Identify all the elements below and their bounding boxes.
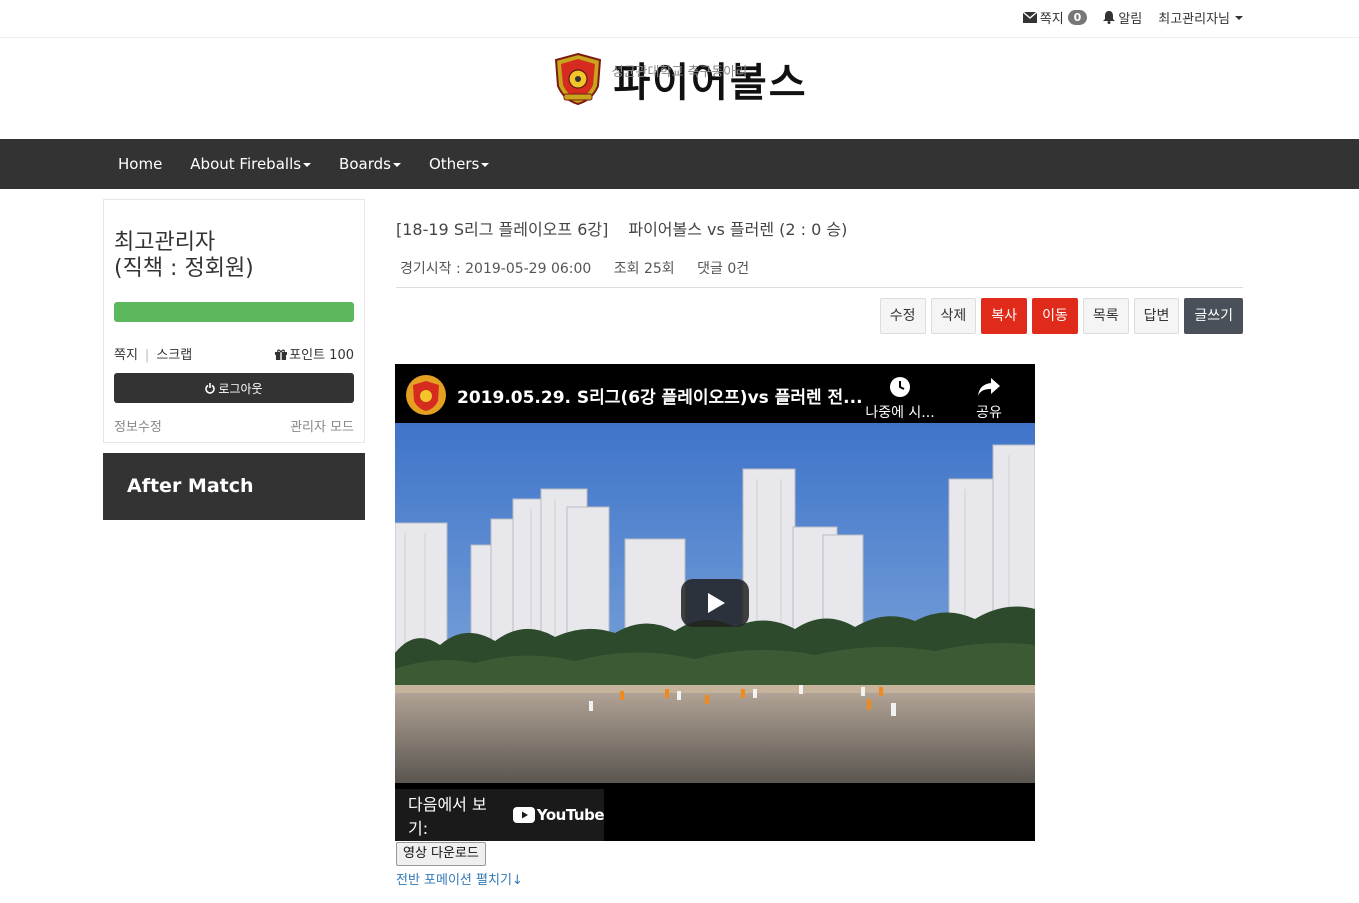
profile-bottom-links: 정보수정 관리자 모드 xyxy=(114,416,354,435)
level-progress-bar xyxy=(114,302,354,322)
points-label: 포인트 100 xyxy=(289,348,354,363)
admin-mode-link[interactable]: 관리자 모드 xyxy=(290,416,354,435)
nav-label: Home xyxy=(118,155,163,173)
copy-button[interactable]: 복사 xyxy=(981,298,1028,334)
bell-icon xyxy=(1103,11,1116,24)
reply-button[interactable]: 답변 xyxy=(1133,298,1180,334)
top-utility-links: 쪽지 0 알림 최고관리자님 xyxy=(1007,8,1243,27)
nav-item-others[interactable]: Others xyxy=(415,139,503,189)
top-utility-bar: 쪽지 0 알림 최고관리자님 xyxy=(0,0,1359,38)
user-menu-dropdown[interactable]: 최고관리자님 xyxy=(1158,8,1243,27)
move-button[interactable]: 이동 xyxy=(1032,298,1078,334)
youtube-play-icon xyxy=(512,807,535,823)
alerts-label: 알림 xyxy=(1118,12,1143,27)
user-menu-label: 최고관리자님 xyxy=(1158,12,1230,27)
list-button[interactable]: 목록 xyxy=(1082,298,1129,334)
nav-label: Boards xyxy=(339,155,391,173)
caret-down-icon xyxy=(1235,15,1243,20)
share-label: 공유 xyxy=(976,405,1002,421)
envelope-icon xyxy=(1022,12,1037,23)
nav-list: Home About Fireballs Boards Others xyxy=(104,139,1359,189)
comment-count: 댓글 0건 xyxy=(697,261,750,277)
power-icon xyxy=(205,382,216,394)
edit-button[interactable]: 수정 xyxy=(879,298,926,334)
post-subject: 파이어볼스 vs 플러렌 (2 : 0 승) xyxy=(628,220,848,239)
nav-item-boards[interactable]: Boards xyxy=(325,139,415,189)
alerts-link[interactable]: 알림 xyxy=(1103,8,1142,27)
caret-down-icon xyxy=(392,162,401,167)
youtube-video-player[interactable]: 2019.05.29. S리그(6강 플레이오프)vs 플러렌 전... 나중에… xyxy=(395,364,1035,841)
play-button-icon[interactable] xyxy=(681,579,749,627)
nav-label: About Fireballs xyxy=(190,155,302,173)
channel-avatar[interactable] xyxy=(406,375,446,415)
logout-label: 로그아웃 xyxy=(218,381,263,396)
header-divider xyxy=(396,287,1243,288)
points-link[interactable]: 포인트 100 xyxy=(275,344,354,363)
post-action-buttons: 수정 삭제 복사 이동 목록 답변 글쓰기 xyxy=(875,298,1243,334)
share-button[interactable]: 공유 xyxy=(969,376,1009,422)
nav-item-home[interactable]: Home xyxy=(104,139,176,189)
logout-button[interactable]: 로그아웃 xyxy=(114,373,354,403)
video-header: 2019.05.29. S리그(6강 플레이오프)vs 플러렌 전... 나중에… xyxy=(395,364,1035,423)
nav-label: Others xyxy=(428,155,480,173)
main-navigation: Home About Fireballs Boards Others xyxy=(0,139,1359,189)
share-icon xyxy=(978,378,1000,396)
youtube-logo: YouTube xyxy=(512,806,605,824)
messages-link[interactable]: 쪽지 0 xyxy=(1022,8,1088,27)
messages-count-badge: 0 xyxy=(1067,10,1088,25)
view-count: 조회 25회 xyxy=(613,261,675,277)
nav-item-about[interactable]: About Fireballs xyxy=(176,139,325,189)
site-brand: 파이어볼스 xyxy=(0,50,1359,110)
link-separator: | xyxy=(144,348,150,363)
clock-icon xyxy=(890,377,910,397)
caret-down-icon xyxy=(481,162,490,167)
watch-on-youtube-button[interactable]: 다음에서 보기: YouTube xyxy=(395,789,605,841)
site-subtitle: 성균관대학교 축구동아리 xyxy=(611,65,748,80)
member-role: (직책 : 정회원) xyxy=(114,256,254,281)
video-title[interactable]: 2019.05.29. S리그(6강 플레이오프)vs 플러렌 전... xyxy=(457,383,863,408)
watch-later-button[interactable]: 나중에 시... xyxy=(865,376,935,422)
post-category: [18-19 S리그 플레이오프 6강] xyxy=(396,220,609,239)
delete-button[interactable]: 삭제 xyxy=(930,298,977,334)
member-nickname: 최고관리자 xyxy=(114,230,216,255)
gift-icon xyxy=(275,349,288,360)
youtube-wordmark: YouTube xyxy=(536,806,605,824)
caret-down-icon xyxy=(303,162,312,167)
member-profile-box: 최고관리자 (직책 : 정회원) 쪽지 | 스크랩 포인트 100 로그아웃 정보수… xyxy=(103,199,365,443)
watch-later-label: 나중에 시... xyxy=(865,405,935,421)
write-button[interactable]: 글쓰기 xyxy=(1184,298,1243,334)
messages-label: 쪽지 xyxy=(1039,12,1064,27)
post-meta: 경기시작 : 2019-05-29 06:00 조회 25회 댓글 0건 xyxy=(400,258,767,278)
member-name: 최고관리자 (직책 : 정회원) xyxy=(114,230,354,282)
board-title-box: After Match xyxy=(103,453,365,520)
profile-scrap-link[interactable]: 스크랩 xyxy=(156,348,192,363)
profile-messages-link[interactable]: 쪽지 xyxy=(114,348,138,363)
formation-toggle-link[interactable]: 전반 포메이션 펼치기↓ xyxy=(396,869,523,888)
post-title: [18-19 S리그 플레이오프 6강] 파이어볼스 vs 플러렌 (2 : 0 … xyxy=(396,216,847,240)
match-start-time: 경기시작 : 2019-05-29 06:00 xyxy=(400,261,592,277)
edit-info-link[interactable]: 정보수정 xyxy=(114,416,162,435)
profile-links: 쪽지 | 스크랩 포인트 100 xyxy=(114,344,354,363)
watch-on-label: 다음에서 보기: xyxy=(408,795,487,838)
video-download-button[interactable]: 영상 다운로드 xyxy=(396,842,486,866)
